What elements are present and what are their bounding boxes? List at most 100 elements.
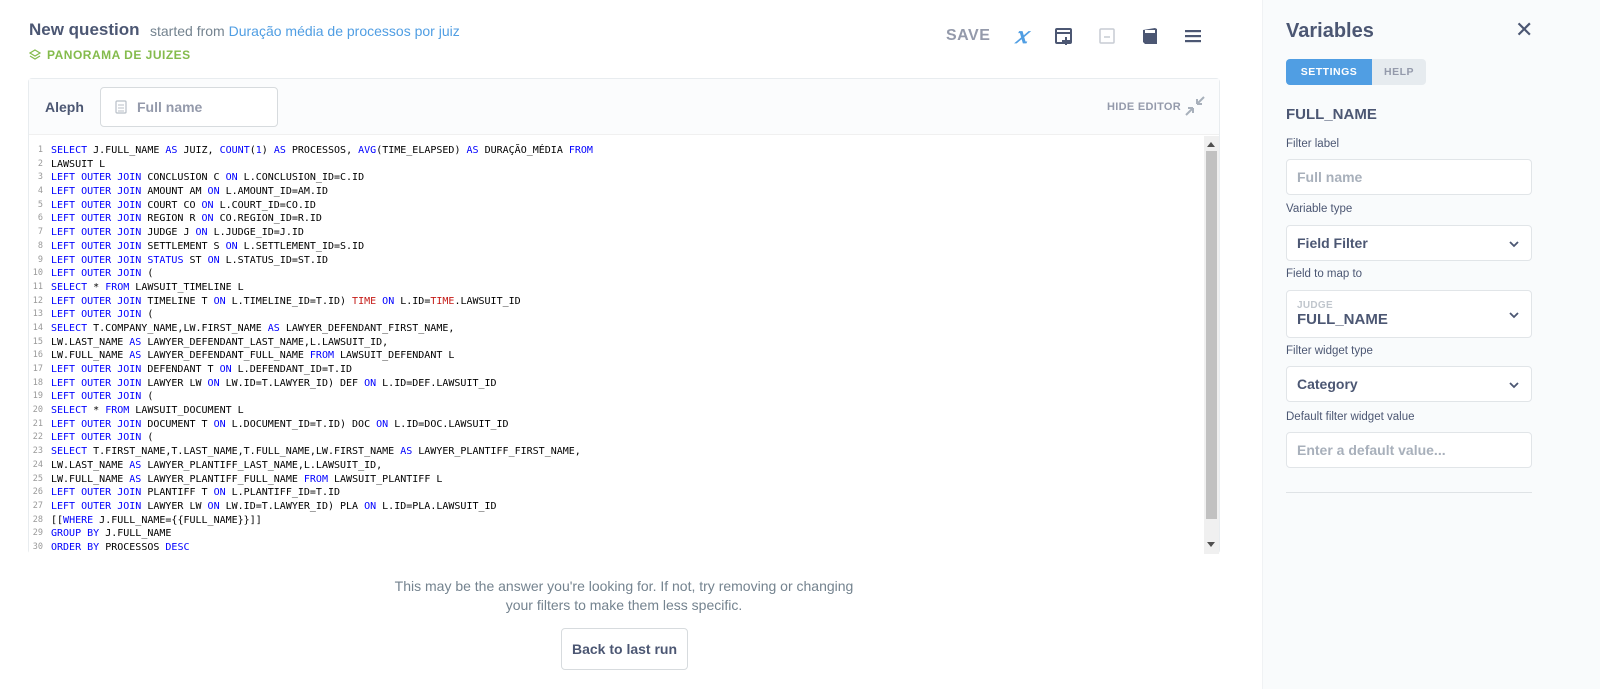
- code-text: LEFT OUTER JOIN LAWYER LW ON LW.ID=T.LAW…: [51, 500, 497, 512]
- sidebar-title: Variables: [1286, 20, 1374, 42]
- code-line: 25 LW.FULL_NAME AS LAWYER_PLANTIFF_FULL_N…: [29, 473, 1204, 487]
- collection-layers-icon: [29, 49, 41, 60]
- sql-code-area[interactable]: 1 SELECT J.FULL_NAME AS JUIZ, COUNT(1) AS…: [29, 136, 1219, 554]
- tab-help[interactable]: HELP: [1372, 59, 1426, 85]
- close-icon[interactable]: ✕: [1515, 19, 1533, 41]
- started-from: started from Duração média de processos …: [150, 23, 460, 39]
- variable-type-label: Variable type: [1286, 203, 1353, 215]
- chevron-down-icon: [1509, 382, 1519, 389]
- line-number: 12: [32, 295, 43, 306]
- tab-settings[interactable]: SETTINGS: [1286, 59, 1372, 85]
- menu-icon[interactable]: [1182, 25, 1204, 47]
- filter-label-label: Filter label: [1286, 138, 1340, 150]
- started-from-link[interactable]: Duração média de processos por juiz: [229, 23, 460, 39]
- code-line: 23 SELECT T.FIRST_NAME,T.LAST_NAME,T.FULL…: [29, 445, 1204, 459]
- database-name[interactable]: Aleph: [45, 99, 84, 115]
- hide-editor-button[interactable]: HIDE EDITOR: [1107, 101, 1181, 113]
- collapse-icon[interactable]: [1184, 95, 1206, 117]
- code-text: GROUP BY J.FULL_NAME: [51, 528, 172, 540]
- line-number: 5: [37, 199, 43, 210]
- line-number: 18: [32, 377, 43, 388]
- code-text: LEFT OUTER JOIN CONCLUSION C ON L.CONCLU…: [51, 172, 365, 184]
- code-line: 3 LEFT OUTER JOIN CONCLUSION C ON L.CONCL…: [29, 171, 1204, 185]
- line-number: 29: [32, 528, 43, 539]
- variable-type-select[interactable]: Field Filter: [1286, 225, 1532, 261]
- code-line: 22 LEFT OUTER JOIN (: [29, 431, 1204, 445]
- code-line: 4 LEFT OUTER JOIN AMOUNT AM ON L.AMOUNT_I…: [29, 185, 1204, 199]
- code-text: LEFT OUTER JOIN LAWYER LW ON LW.ID=T.LAW…: [51, 377, 497, 389]
- code-text: LW.LAST_NAME AS LAWYER_DEFENDANT_LAST_NA…: [51, 336, 389, 348]
- code-lines: 1 SELECT J.FULL_NAME AS JUIZ, COUNT(1) AS…: [29, 144, 1204, 554]
- code-line: 14 SELECT T.COMPANY_NAME,LW.FIRST_NAME AS…: [29, 322, 1204, 336]
- code-line: 28 [[WHERE J.FULL_NAME={{FULL_NAME}}]]: [29, 514, 1204, 528]
- line-number: 13: [32, 309, 43, 320]
- code-text: LEFT OUTER JOIN SETTLEMENT S ON L.SETTLE…: [51, 240, 365, 252]
- save-button[interactable]: SAVE: [946, 27, 990, 45]
- code-text: LW.FULL_NAME AS LAWYER_PLANTIFF_FULL_NAM…: [51, 473, 443, 485]
- widget-type-value: Category: [1297, 376, 1358, 392]
- line-number: 10: [32, 268, 43, 279]
- back-to-last-run-button[interactable]: Back to last run: [561, 628, 688, 670]
- code-line: 15 LW.LAST_NAME AS LAWYER_DEFENDANT_LAST_…: [29, 336, 1204, 350]
- line-number: 2: [37, 158, 43, 169]
- default-value-label: Default filter widget value: [1286, 411, 1415, 423]
- line-number: 4: [37, 186, 43, 197]
- code-text: LEFT OUTER JOIN (: [51, 268, 154, 280]
- field-map-select[interactable]: JUDGE FULL_NAME: [1286, 290, 1532, 338]
- code-text: LEFT OUTER JOIN DEFENDANT T ON L.DEFENDA…: [51, 364, 353, 375]
- code-line: 18 LEFT OUTER JOIN LAWYER LW ON LW.ID=T.L…: [29, 377, 1204, 391]
- variables-icon[interactable]: 𝑥: [1010, 25, 1032, 47]
- line-number: 30: [32, 541, 43, 552]
- collection-breadcrumb[interactable]: PANORAMA DE JUIZES: [29, 48, 191, 62]
- line-number: 16: [32, 350, 43, 361]
- default-value-placeholder: Enter a default value...: [1297, 442, 1446, 458]
- scroll-thumb[interactable]: [1206, 151, 1217, 519]
- code-text: SELECT T.FIRST_NAME,T.LAST_NAME,T.FULL_N…: [51, 446, 581, 458]
- line-number: 20: [32, 405, 43, 416]
- preview-query-icon[interactable]: [1096, 25, 1118, 47]
- field-map-field: FULL_NAME: [1297, 311, 1388, 328]
- line-number: 1: [37, 145, 43, 155]
- code-line: 8 LEFT OUTER JOIN SETTLEMENT S ON L.SETTL…: [29, 240, 1204, 254]
- started-from-prefix: started from: [150, 23, 225, 39]
- code-text: LEFT OUTER JOIN PLANTIFF T ON L.PLANTIFF…: [51, 487, 340, 499]
- variable-type-value: Field Filter: [1297, 235, 1368, 251]
- editor-scrollbar[interactable]: [1204, 136, 1219, 554]
- code-line: 27 LEFT OUTER JOIN LAWYER LW ON LW.ID=T.L…: [29, 500, 1204, 514]
- code-text: SELECT J.FULL_NAME AS JUIZ, COUNT(1) AS …: [51, 145, 593, 156]
- add-snippet-icon[interactable]: [1053, 25, 1075, 47]
- code-line: 11 SELECT * FROM LAWSUIT_TIMELINE L: [29, 281, 1204, 295]
- default-value-input[interactable]: Enter a default value...: [1286, 432, 1532, 468]
- code-line: 10 LEFT OUTER JOIN (: [29, 267, 1204, 281]
- line-number: 15: [32, 336, 43, 347]
- line-number: 23: [32, 446, 43, 457]
- line-number: 17: [32, 364, 43, 374]
- chevron-down-icon: [1509, 241, 1519, 248]
- code-text: SELECT T.COMPANY_NAME,LW.FIRST_NAME AS L…: [51, 322, 455, 334]
- editor-top-bar: Aleph Full name HIDE EDITOR: [29, 79, 1219, 135]
- code-text: SELECT * FROM LAWSUIT_TIMELINE L: [51, 281, 244, 293]
- line-number: 7: [37, 227, 43, 238]
- widget-type-label: Filter widget type: [1286, 345, 1373, 357]
- line-number: 21: [32, 418, 43, 429]
- sidebar-tabs: SETTINGS HELP: [1286, 59, 1426, 85]
- scroll-down-arrow[interactable]: [1207, 542, 1215, 547]
- line-number: 22: [32, 432, 43, 443]
- full-name-variable-widget[interactable]: Full name: [100, 87, 278, 127]
- native-query-editor: Aleph Full name HIDE EDITOR 1 SELECT J.FU…: [28, 78, 1220, 554]
- filter-label-input[interactable]: Full name: [1286, 159, 1532, 195]
- variables-sidebar: Variables ✕ SETTINGS HELP FULL_NAME Filt…: [1262, 0, 1600, 689]
- line-number: 3: [37, 172, 43, 183]
- code-line: 1 SELECT J.FULL_NAME AS JUIZ, COUNT(1) AS…: [29, 144, 1204, 158]
- code-line: 6 LEFT OUTER JOIN REGION R ON CO.REGION_I…: [29, 212, 1204, 226]
- widget-type-select[interactable]: Category: [1286, 366, 1532, 402]
- code-text: LEFT OUTER JOIN (: [51, 309, 154, 321]
- code-text: [[WHERE J.FULL_NAME={{FULL_NAME}}]]: [51, 514, 262, 526]
- scroll-up-arrow[interactable]: [1207, 142, 1215, 147]
- data-reference-icon[interactable]: [1139, 25, 1161, 47]
- line-number: 27: [32, 500, 43, 511]
- code-text: LEFT OUTER JOIN STATUS ST ON L.STATUS_ID…: [51, 254, 328, 266]
- chevron-down-icon: [1509, 312, 1519, 319]
- code-line: 12 LEFT OUTER JOIN TIMELINE T ON L.TIMELI…: [29, 295, 1204, 309]
- collection-name: PANORAMA DE JUIZES: [47, 48, 191, 62]
